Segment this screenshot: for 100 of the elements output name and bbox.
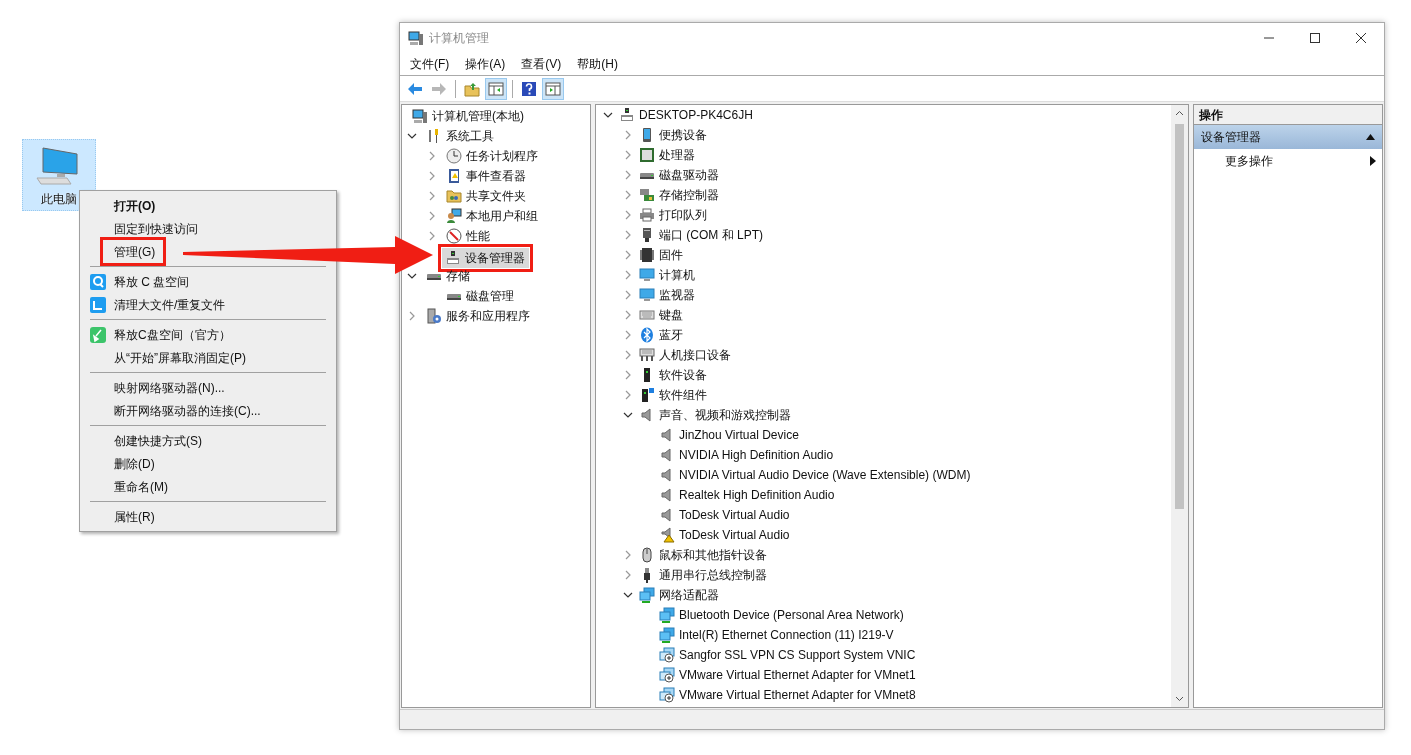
menu-item[interactable]: 操作(A) xyxy=(457,54,514,73)
window-title: 计算机管理 xyxy=(429,29,489,47)
tree-item[interactable]: 存储 xyxy=(423,266,474,286)
tree-item[interactable]: 任务计划程序 xyxy=(443,146,542,166)
toolbar-button[interactable] xyxy=(542,77,564,100)
menu-item[interactable]: 删除(D) xyxy=(80,452,336,475)
printer-icon xyxy=(639,207,655,223)
network-icon xyxy=(659,607,675,623)
tree-item[interactable]: 软件组件 xyxy=(658,386,707,404)
tree-item[interactable]: 系统工具 xyxy=(423,126,498,146)
panel-icon xyxy=(545,80,561,97)
tree-item[interactable]: 计算机 xyxy=(658,266,695,284)
maximize-icon xyxy=(1310,32,1320,43)
menu-item[interactable]: 查看(V) xyxy=(513,54,570,73)
menu-item[interactable]: 帮助(H) xyxy=(569,54,626,73)
tree-item[interactable]: DESKTOP-PK4C6JH xyxy=(638,106,753,124)
menu-item[interactable]: 映射网络驱动器(N)... xyxy=(80,376,336,399)
monitor-icon xyxy=(639,287,655,303)
tree-item[interactable]: 固件 xyxy=(658,246,683,264)
tree-item[interactable]: 鼠标和其他指针设备 xyxy=(658,546,767,564)
tree-item[interactable]: 计算机管理(本地) xyxy=(409,106,528,126)
tree-item[interactable]: 便携设备 xyxy=(658,126,707,144)
storage-icon xyxy=(639,187,655,203)
mouse-icon xyxy=(639,547,655,563)
tree-item[interactable]: ToDesk Virtual Audio xyxy=(679,506,790,524)
scrollbar[interactable] xyxy=(1171,105,1188,707)
tree-item[interactable]: ToDesk Virtual Audio xyxy=(679,526,790,544)
scroll-down-icon[interactable] xyxy=(1175,694,1184,703)
users-icon xyxy=(446,208,462,224)
menu-item[interactable]: 创建快捷方式(S) xyxy=(80,429,336,452)
tree-item[interactable]: 处理器 xyxy=(658,146,695,164)
menu-item[interactable]: 清理大文件/重复文件 xyxy=(80,293,336,316)
menu-item[interactable]: 重命名(M) xyxy=(80,475,336,498)
panel-icon xyxy=(488,80,504,97)
action-section[interactable]: 设备管理器 xyxy=(1194,125,1382,149)
menu-item[interactable]: 释放C盘空间（官方） xyxy=(80,323,336,346)
menu-item[interactable]: 固定到快速访问 xyxy=(80,217,336,240)
tree-item[interactable]: Realtek High Definition Audio xyxy=(679,486,835,504)
device-icon xyxy=(639,387,655,403)
collapse-icon xyxy=(1366,134,1375,140)
tree-item[interactable]: 服务和应用程序 xyxy=(423,306,534,326)
network-icon xyxy=(659,687,675,703)
broom-icon xyxy=(90,326,106,343)
close-icon xyxy=(1356,32,1366,43)
tree-item[interactable]: 键盘 xyxy=(658,306,683,324)
tree-item[interactable]: 软件设备 xyxy=(658,366,707,384)
tree-item[interactable]: 监视器 xyxy=(658,286,695,304)
scroll-up-icon[interactable] xyxy=(1175,109,1184,118)
toolbar-button[interactable] xyxy=(485,77,507,100)
tree-item[interactable]: VMware Virtual Ethernet Adapter for VMnet1 xyxy=(679,666,916,684)
magnifier-icon xyxy=(90,273,106,290)
clock-icon xyxy=(446,148,462,164)
highlight-frame: 管理(G) xyxy=(100,237,167,266)
monitor-icon xyxy=(639,267,655,283)
action-item[interactable]: 更多操作 xyxy=(1194,149,1382,173)
tree-item[interactable]: 蓝牙 xyxy=(658,326,683,344)
help-icon xyxy=(521,80,537,97)
menu-item[interactable]: 管理(G) xyxy=(80,240,167,263)
network-icon xyxy=(659,627,675,643)
chip-icon xyxy=(639,147,655,163)
tree-item[interactable]: NVIDIA High Definition Audio xyxy=(679,446,834,464)
keyboard-icon xyxy=(639,307,655,323)
icon-label: 此电脑 xyxy=(41,191,77,208)
tree-item[interactable]: 性能 xyxy=(443,226,494,246)
server-icon xyxy=(426,308,442,324)
tree-item[interactable]: 事件查看器 xyxy=(443,166,530,186)
tree-item[interactable]: 共享文件夹 xyxy=(443,186,530,206)
menu-item[interactable]: 从“开始”屏幕取消固定(P) xyxy=(80,346,336,369)
menu-item[interactable]: 断开网络驱动器的连接(C)... xyxy=(80,399,336,422)
chip-icon xyxy=(639,247,655,263)
menu-item[interactable]: 文件(F) xyxy=(402,54,458,73)
pane-header: 操作 xyxy=(1199,106,1223,124)
speaker-warning-icon xyxy=(659,527,675,543)
tree-item[interactable]: Sangfor SSL VPN CS Support System VNIC xyxy=(679,646,916,664)
tree-item[interactable]: 人机接口设备 xyxy=(658,346,731,364)
bluetooth-icon xyxy=(639,327,655,343)
tree-item[interactable]: 磁盘管理 xyxy=(443,286,518,306)
tree-item[interactable]: 端口 (COM 和 LPT) xyxy=(658,226,763,244)
tree-item[interactable]: 打印队列 xyxy=(658,206,707,224)
keyboard-icon xyxy=(639,347,655,363)
tree-item[interactable]: 磁盘驱动器 xyxy=(658,166,719,184)
network-icon xyxy=(659,667,675,683)
tree-item[interactable]: 存储控制器 xyxy=(658,186,719,204)
network-icon xyxy=(659,647,675,663)
tree-item[interactable]: 设备管理器 xyxy=(442,248,529,268)
menu-item[interactable]: 释放 C 盘空间 xyxy=(80,270,336,293)
network-icon xyxy=(639,587,655,603)
tree-item[interactable]: 本地用户和组 xyxy=(443,206,542,226)
tree-item[interactable]: Bluetooth Device (Personal Area Network) xyxy=(679,606,904,624)
tree-item[interactable]: VMware Virtual Ethernet Adapter for VMnet8 xyxy=(679,686,916,704)
folder-up-icon xyxy=(464,80,480,97)
tree-item[interactable]: JinZhou Virtual Device xyxy=(679,426,799,444)
tree-item[interactable]: 通用串行总线控制器 xyxy=(658,566,767,584)
tree-item[interactable]: 网络适配器 xyxy=(658,586,719,604)
tree-item[interactable]: 声音、视频和游戏控制器 xyxy=(658,406,791,424)
submenu-arrow-icon xyxy=(1370,156,1376,166)
desktop-icon[interactable]: 此电脑 xyxy=(22,139,96,211)
tree-item[interactable]: Intel(R) Ethernet Connection (11) I219-V xyxy=(679,626,894,644)
menu-item[interactable]: 属性(R) xyxy=(80,505,336,528)
tree-item[interactable]: NVIDIA Virtual Audio Device (Wave Extensible) (WDM) xyxy=(679,466,971,484)
